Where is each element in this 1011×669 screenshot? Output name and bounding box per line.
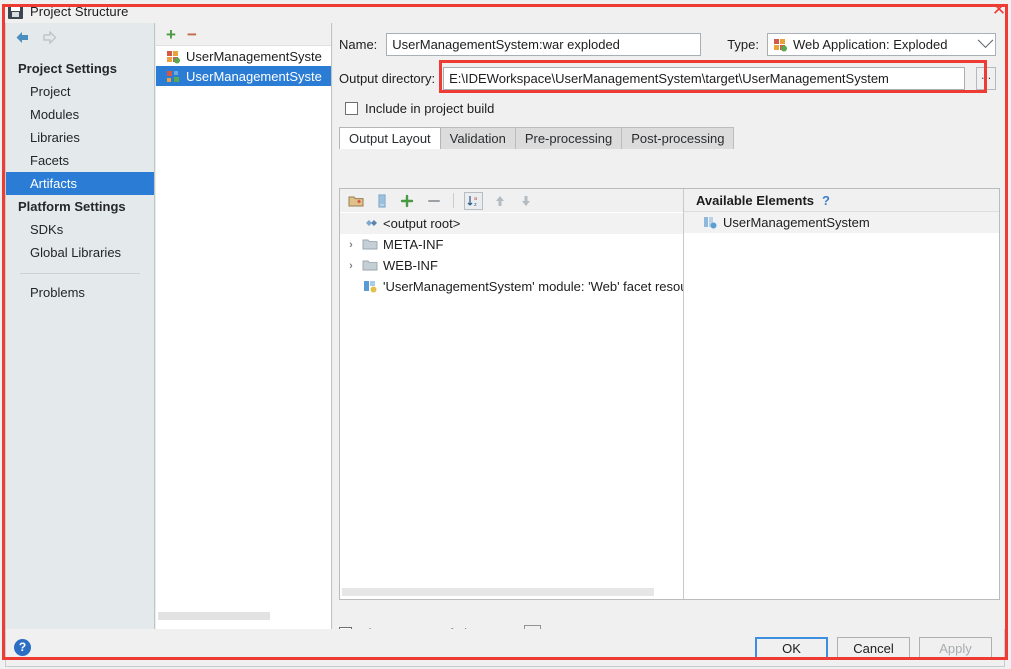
output-layout-panel: a z <output root> › META-INF › WEB-INF '… bbox=[339, 188, 1000, 600]
move-down-icon[interactable] bbox=[516, 192, 535, 210]
move-up-icon[interactable] bbox=[490, 192, 509, 210]
artifact-list-item[interactable]: UserManagementSyste bbox=[156, 46, 331, 66]
dialog-footer: ? OK Cancel Apply bbox=[5, 629, 1005, 667]
tree-row-label: META-INF bbox=[383, 237, 444, 252]
browse-output-directory-button[interactable]: ... bbox=[976, 67, 996, 90]
name-label: Name: bbox=[339, 37, 378, 52]
tree-row-label: 'UserManagementSystem' module: 'Web' fac… bbox=[383, 279, 683, 294]
back-arrow-icon[interactable] bbox=[14, 30, 31, 45]
sidebar-group-platform-settings: Platform Settings bbox=[18, 199, 126, 214]
folder-icon bbox=[362, 258, 378, 273]
output-tree-toolbar: a z bbox=[340, 189, 683, 212]
cancel-button[interactable]: Cancel bbox=[837, 637, 910, 660]
artifact-tabs: Output Layout Validation Pre-processing … bbox=[339, 127, 1006, 149]
remove-icon[interactable] bbox=[424, 192, 443, 210]
output-directory-row: Output directory: E:\IDEWorkspace\UserMa… bbox=[333, 56, 1006, 93]
tab-pre-processing[interactable]: Pre-processing bbox=[514, 127, 623, 149]
output-directory-label: Output directory: bbox=[339, 71, 436, 86]
web-application-icon bbox=[772, 37, 788, 52]
sidebar-list: Project Settings Project Modules Librari… bbox=[6, 51, 154, 304]
facet-resource-icon bbox=[362, 279, 378, 294]
output-root-icon bbox=[362, 216, 378, 231]
include-in-build-row[interactable]: Include in project build bbox=[333, 90, 1006, 116]
add-directory-icon[interactable] bbox=[346, 192, 365, 210]
ide-save-icon bbox=[8, 3, 23, 19]
sidebar-item-facets[interactable]: Facets bbox=[6, 149, 154, 172]
output-tree: <output root> › META-INF › WEB-INF 'User… bbox=[340, 212, 683, 297]
remove-artifact-button[interactable]: − bbox=[187, 26, 197, 43]
available-elements-title: Available Elements bbox=[696, 192, 815, 208]
artifacts-toolbar: + − bbox=[156, 23, 331, 46]
title-bar: Project Structure bbox=[0, 0, 1011, 22]
available-element-row[interactable]: UserManagementSystem bbox=[684, 212, 999, 233]
tab-validation[interactable]: Validation bbox=[439, 127, 516, 149]
artifact-name-input[interactable]: UserManagementSystem:war exploded bbox=[386, 33, 702, 56]
artifacts-list-panel: + − UserManagementSyste UserManagementSy… bbox=[156, 23, 332, 629]
close-icon[interactable]: ✕ bbox=[989, 1, 1009, 20]
artifact-editor-pane: Name: UserManagementSystem:war exploded … bbox=[333, 23, 1006, 641]
output-tree-pane: a z <output root> › META-INF › WEB-INF '… bbox=[340, 189, 684, 599]
tree-expander[interactable]: › bbox=[340, 239, 362, 251]
artifact-war-icon bbox=[165, 49, 181, 64]
sidebar-item-global-libraries[interactable]: Global Libraries bbox=[6, 241, 154, 264]
tree-row-label: <output root> bbox=[383, 216, 461, 231]
artifacts-horizontal-scrollbar[interactable] bbox=[158, 612, 328, 621]
artifact-list-item-label: UserManagementSyste bbox=[186, 68, 322, 84]
type-row: Type: Web Application: Exploded bbox=[727, 32, 996, 56]
dialog-body: Project Settings Project Modules Librari… bbox=[5, 23, 1006, 641]
module-icon bbox=[702, 215, 718, 230]
output-directory-input[interactable]: E:\IDEWorkspace\UserManagementSystem\tar… bbox=[443, 67, 966, 90]
chevron-down-icon bbox=[977, 32, 994, 49]
toolbar-divider bbox=[453, 193, 454, 208]
apply-button: Apply bbox=[919, 637, 992, 660]
tree-row-label: WEB-INF bbox=[383, 258, 438, 273]
add-archive-icon[interactable] bbox=[372, 192, 391, 210]
sidebar-divider bbox=[20, 273, 140, 274]
sort-alphabetically-icon[interactable]: a z bbox=[464, 191, 483, 210]
artifact-type-value: Web Application: Exploded bbox=[793, 37, 948, 52]
scrollbar-thumb[interactable] bbox=[342, 588, 654, 596]
settings-sidebar: Project Settings Project Modules Librari… bbox=[6, 23, 155, 629]
available-elements-header: Available Elements ? bbox=[684, 189, 999, 212]
tree-expander[interactable]: › bbox=[340, 260, 362, 272]
scrollbar-thumb[interactable] bbox=[158, 612, 270, 620]
artifact-list-item-label: UserManagementSyste bbox=[186, 48, 322, 64]
sidebar-item-project[interactable]: Project bbox=[6, 80, 154, 103]
type-label: Type: bbox=[727, 37, 759, 52]
forward-arrow-icon bbox=[41, 30, 58, 45]
help-icon[interactable]: ? bbox=[822, 193, 830, 208]
sidebar-nav-arrows bbox=[6, 23, 154, 51]
tree-row[interactable]: › WEB-INF bbox=[340, 255, 683, 276]
sidebar-item-problems[interactable]: Problems bbox=[6, 281, 154, 304]
window-title: Project Structure bbox=[30, 3, 129, 19]
sidebar-item-libraries[interactable]: Libraries bbox=[6, 126, 154, 149]
include-in-build-checkbox[interactable] bbox=[345, 102, 358, 115]
help-icon[interactable]: ? bbox=[14, 639, 31, 656]
name-row: Name: UserManagementSystem:war exploded … bbox=[333, 23, 1006, 56]
folder-icon bbox=[362, 237, 378, 252]
artifact-type-dropdown[interactable]: Web Application: Exploded bbox=[767, 32, 996, 56]
available-elements-pane: Available Elements ? UserManagementSyste… bbox=[684, 189, 999, 599]
tree-row[interactable]: <output root> bbox=[340, 213, 683, 234]
add-artifact-button[interactable]: + bbox=[166, 26, 176, 43]
sidebar-group-project-settings: Project Settings bbox=[18, 61, 117, 76]
artifact-exploded-icon bbox=[165, 69, 181, 84]
include-in-build-label: Include in project build bbox=[365, 101, 495, 116]
sidebar-item-modules[interactable]: Modules bbox=[6, 103, 154, 126]
ok-button[interactable]: OK bbox=[755, 637, 828, 660]
add-copy-icon[interactable] bbox=[398, 192, 417, 210]
output-tree-horizontal-scrollbar[interactable] bbox=[342, 588, 680, 597]
available-element-label: UserManagementSystem bbox=[723, 215, 870, 230]
dialog-buttons: OK Cancel Apply bbox=[755, 637, 992, 660]
project-structure-dialog: Project Structure ✕ Project Settings Pro… bbox=[0, 0, 1011, 669]
artifact-list-item[interactable]: UserManagementSyste bbox=[156, 66, 331, 86]
tree-row[interactable]: 'UserManagementSystem' module: 'Web' fac… bbox=[340, 276, 683, 297]
svg-text:z: z bbox=[474, 202, 477, 208]
sidebar-item-artifacts[interactable]: Artifacts bbox=[6, 172, 154, 195]
tree-row[interactable]: › META-INF bbox=[340, 234, 683, 255]
tab-output-layout[interactable]: Output Layout bbox=[339, 127, 441, 149]
sidebar-item-sdks[interactable]: SDKs bbox=[6, 218, 154, 241]
tab-post-processing[interactable]: Post-processing bbox=[621, 127, 735, 149]
